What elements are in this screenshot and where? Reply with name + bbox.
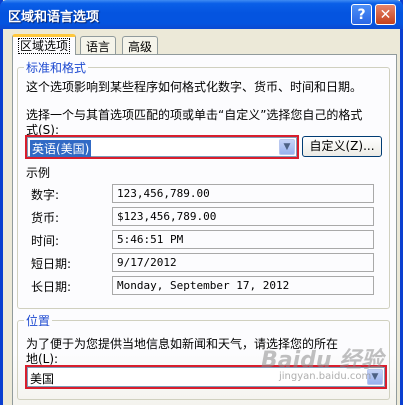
standards-group-title: 标准和格式 <box>24 59 89 76</box>
sample-value-time: 5:46:51 PM <box>112 230 374 249</box>
location-group-title: 位置 <box>24 312 53 329</box>
tab-label: 区域选项 <box>18 38 71 54</box>
standards-description: 这个选项影响到某些程序如何格式化数字、货币、时间和日期。 <box>26 80 363 94</box>
sample-value-short-date: 9/17/2012 <box>112 253 374 272</box>
baidu-watermark-url: jingyan.baidu.com <box>279 371 372 382</box>
chevron-down-icon[interactable]: ▼ <box>279 139 295 155</box>
tab-languages[interactable]: 语言 <box>80 36 117 54</box>
format-select[interactable]: 英语(美国) ▼ <box>27 137 297 157</box>
title-bar[interactable]: 区域和语言选项 ? ✕ <box>0 0 403 29</box>
window-title: 区域和语言选项 <box>8 10 100 25</box>
sample-label-short-date: 短日期: <box>31 257 72 271</box>
sample-value-currency: $123,456,789.00 <box>112 207 374 226</box>
sample-value-number: 123,456,789.00 <box>112 184 374 203</box>
format-select-value: 英语(美国) <box>30 140 92 157</box>
tab-regional-options[interactable]: 区域选项 <box>12 34 77 55</box>
sample-label-currency: 货币: <box>31 211 60 225</box>
sample-value-long-date: Monday, September 17, 2012 <box>112 276 374 295</box>
standards-group: 标准和格式 这个选项影响到某些程序如何格式化数字、货币、时间和日期。 选择一个与… <box>17 59 390 309</box>
location-select-value: 美国 <box>30 372 55 386</box>
help-button[interactable]: ? <box>351 4 372 25</box>
samples-title: 示例 <box>26 166 51 180</box>
close-button[interactable]: ✕ <box>375 4 396 25</box>
customize-button[interactable]: 自定义(Z)... <box>302 136 382 157</box>
dialog-window: 区域和语言选项 ? ✕ 区域选项 语言 高级 标准和格式 这个选项影响到某些程序… <box>0 0 403 405</box>
sample-label-long-date: 长日期: <box>31 280 72 294</box>
tab-advanced[interactable]: 高级 <box>122 36 159 54</box>
sample-label-time: 时间: <box>31 234 60 248</box>
sample-label-number: 数字: <box>31 188 60 202</box>
standards-instruction-line1: 选择一个与其首选项匹配的项或单击“自定义”选择您自己的格式 <box>26 108 363 122</box>
baidu-watermark: Baidu 经验 <box>261 348 384 373</box>
